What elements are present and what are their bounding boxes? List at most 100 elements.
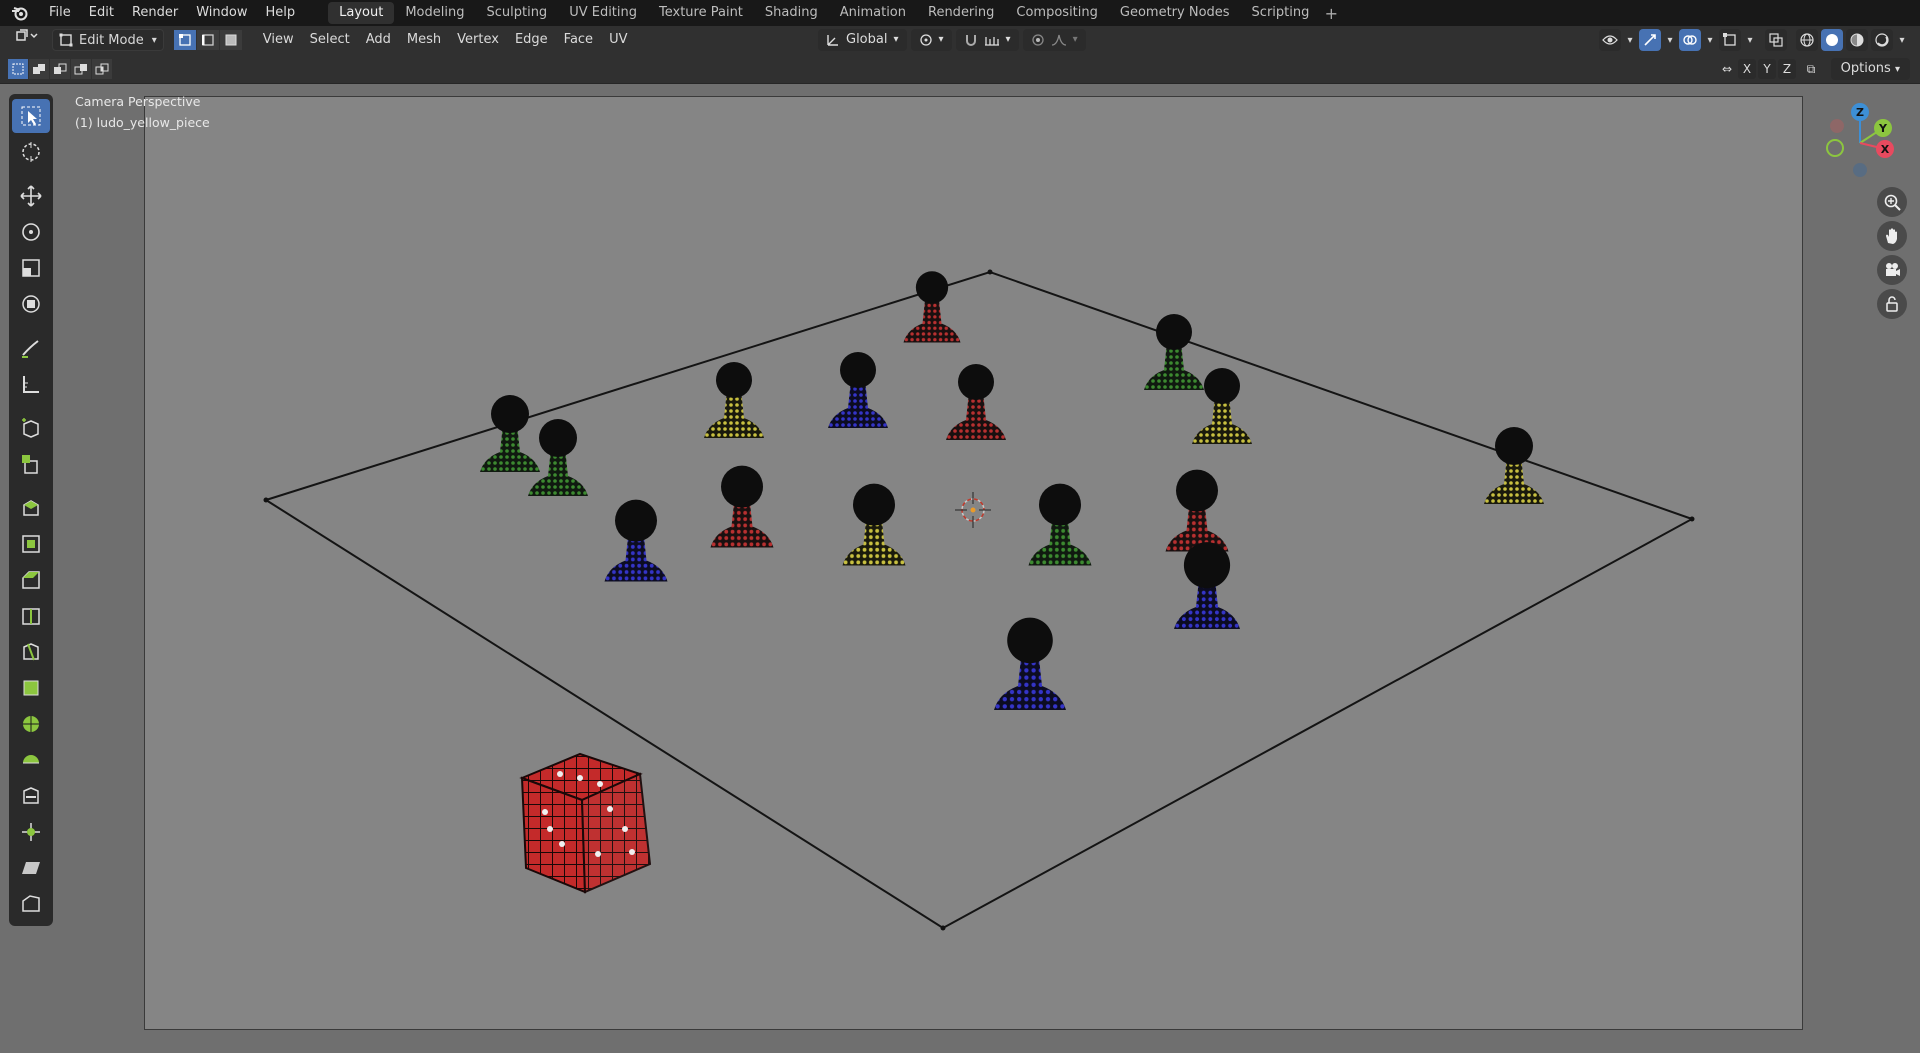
add-cube-tool-icon[interactable] <box>12 411 50 445</box>
tab-animation[interactable]: Animation <box>829 2 917 24</box>
bevel-tool-icon[interactable] <box>12 563 50 597</box>
extrude-region-icon[interactable] <box>12 491 50 525</box>
mirror-z-toggle[interactable]: Z <box>1778 59 1796 79</box>
mesh-edit-overlays-icon[interactable] <box>1719 29 1741 51</box>
menu-edit[interactable]: Edit <box>80 2 123 24</box>
menu-face[interactable]: Face <box>556 29 601 51</box>
chevron-down-icon[interactable]: ▾ <box>1704 29 1716 51</box>
pawn-blue-3 <box>1174 542 1240 629</box>
zoom-icon[interactable] <box>1877 187 1907 217</box>
tab-sculpting[interactable]: Sculpting <box>475 2 558 24</box>
tab-modeling[interactable]: Modeling <box>394 2 475 24</box>
cursor-tool-icon[interactable] <box>12 135 50 169</box>
tab-shading[interactable]: Shading <box>754 2 829 24</box>
box-select-modes <box>8 59 112 79</box>
gizmo-toggle-icon[interactable] <box>1639 29 1661 51</box>
auto-merge-icon[interactable]: ⧉ <box>1802 59 1820 79</box>
gizmo-x-label: X <box>1881 143 1890 156</box>
proportional-editing[interactable]: ▾ <box>1022 29 1086 51</box>
menu-view[interactable]: View <box>255 29 302 51</box>
menu-uv[interactable]: UV <box>601 29 635 51</box>
tab-layout[interactable]: Layout <box>328 2 395 24</box>
orientation-dropdown[interactable]: Global ▾ <box>818 29 907 51</box>
tab-scripting[interactable]: Scripting <box>1241 2 1321 24</box>
scale-tool-icon[interactable] <box>12 251 50 285</box>
lock-camera-icon[interactable] <box>1877 289 1907 319</box>
transform-tool-icon[interactable] <box>12 287 50 321</box>
edge-slide-icon[interactable] <box>12 779 50 813</box>
overlays-toggle-icon[interactable] <box>1679 29 1701 51</box>
smooth-tool-icon[interactable] <box>12 743 50 777</box>
move-tool-icon[interactable] <box>12 179 50 213</box>
add-workspace-plus-icon[interactable]: + <box>1320 4 1342 23</box>
xray-toggle-icon[interactable] <box>1765 29 1787 51</box>
mirror-y-toggle[interactable]: Y <box>1758 59 1776 79</box>
orientation-icon <box>827 35 838 46</box>
menu-help[interactable]: Help <box>257 2 305 24</box>
navigation-gizmo[interactable]: Z Y X <box>1815 98 1905 188</box>
knife-tool-icon[interactable] <box>12 635 50 669</box>
tab-rendering[interactable]: Rendering <box>917 2 1005 24</box>
menu-edge[interactable]: Edge <box>507 29 556 51</box>
menu-vertex[interactable]: Vertex <box>449 29 507 51</box>
editor-type-icon[interactable] <box>8 29 46 51</box>
rendered-shading-icon[interactable] <box>1871 29 1893 51</box>
chevron-down-icon: ▾ <box>151 34 157 46</box>
mirror-x-toggle[interactable]: X <box>1738 59 1756 79</box>
workspace-tabs: Layout Modeling Sculpting UV Editing Tex… <box>328 0 1342 26</box>
chevron-down-icon[interactable]: ▾ <box>1624 29 1636 51</box>
gizmo-y-label: Y <box>1878 122 1888 135</box>
menu-add[interactable]: Add <box>358 29 399 51</box>
tab-compositing[interactable]: Compositing <box>1005 2 1109 24</box>
chevron-down-icon[interactable]: ▾ <box>1744 29 1756 51</box>
select-subtract-icon[interactable] <box>50 59 70 79</box>
select-mode-buttons <box>173 30 243 50</box>
vertex-select-icon[interactable] <box>173 30 196 50</box>
chevron-down-icon[interactable]: ▾ <box>1896 29 1908 51</box>
select-new-icon[interactable] <box>8 59 28 79</box>
menu-mesh[interactable]: Mesh <box>399 29 449 51</box>
transform-tools: Global ▾ ▾ ▾ ▾ <box>818 29 1086 51</box>
menu-window[interactable]: Window <box>187 2 256 24</box>
3d-viewport[interactable]: Camera Perspective (1) ludo_yellow_piece <box>0 84 1920 1053</box>
pivot-point-dropdown[interactable]: ▾ <box>910 29 952 51</box>
material-shading-icon[interactable] <box>1846 29 1868 51</box>
tab-texture-paint[interactable]: Texture Paint <box>648 2 754 24</box>
loop-cut-icon[interactable] <box>12 599 50 633</box>
tool-shelf <box>9 94 53 926</box>
inset-faces-icon[interactable] <box>12 527 50 561</box>
annotate-tool-icon[interactable] <box>12 331 50 365</box>
edge-select-icon[interactable] <box>196 30 219 50</box>
shrink-fatten-icon[interactable] <box>12 815 50 849</box>
menu-file[interactable]: File <box>40 2 80 24</box>
menu-select[interactable]: Select <box>302 29 358 51</box>
select-invert-icon[interactable] <box>71 59 91 79</box>
menu-render[interactable]: Render <box>123 2 187 24</box>
rip-region-icon[interactable] <box>12 887 50 921</box>
extrude-tool-icon[interactable] <box>12 447 50 481</box>
pan-hand-icon[interactable] <box>1877 221 1907 251</box>
pawn-green-center <box>1028 483 1092 566</box>
pawn-yellow-center <box>842 483 906 566</box>
spin-tool-icon[interactable] <box>12 707 50 741</box>
wireframe-shading-icon[interactable] <box>1796 29 1818 51</box>
select-extend-icon[interactable] <box>29 59 49 79</box>
face-select-icon[interactable] <box>219 30 242 50</box>
camera-view-icon[interactable] <box>1877 255 1907 285</box>
shear-tool-icon[interactable] <box>12 851 50 885</box>
select-box-tool-icon[interactable] <box>12 99 50 133</box>
blender-logo-icon[interactable] <box>0 0 40 26</box>
tab-geometry-nodes[interactable]: Geometry Nodes <box>1109 2 1241 24</box>
poly-build-icon[interactable] <box>12 671 50 705</box>
mode-selector[interactable]: Edit Mode ▾ <box>52 29 164 51</box>
mirror-options-icon[interactable]: ⇔ <box>1718 59 1736 79</box>
rotate-tool-icon[interactable] <box>12 215 50 249</box>
tab-uv-editing[interactable]: UV Editing <box>558 2 648 24</box>
snap-dropdown[interactable]: ▾ <box>955 29 1019 51</box>
options-dropdown[interactable]: Options ▾ <box>1830 58 1910 80</box>
select-intersect-icon[interactable] <box>92 59 112 79</box>
measure-tool-icon[interactable] <box>12 367 50 401</box>
visibility-eye-icon[interactable] <box>1599 29 1621 51</box>
solid-shading-icon[interactable] <box>1821 29 1843 51</box>
chevron-down-icon[interactable]: ▾ <box>1664 29 1676 51</box>
